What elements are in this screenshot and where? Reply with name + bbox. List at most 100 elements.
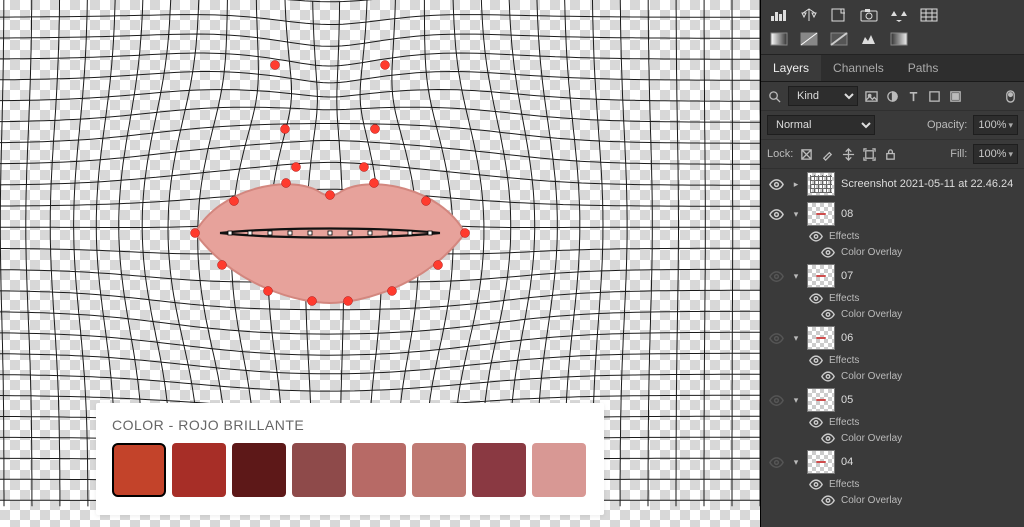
gradient-1-icon[interactable] [769, 30, 789, 48]
layer-thumbnail[interactable] [807, 450, 835, 474]
opacity-label: Opacity: [927, 119, 967, 131]
effects-label: Effects [829, 417, 859, 428]
levels-icon[interactable] [859, 30, 879, 48]
gradient-4-icon[interactable] [889, 30, 909, 48]
effect-name: Color Overlay [841, 247, 902, 258]
tab-layers[interactable]: Layers [761, 55, 821, 81]
layer-effect-item[interactable]: Color Overlay [761, 493, 1024, 509]
color-swatch[interactable] [412, 443, 466, 497]
visibility-toggle[interactable] [821, 493, 835, 507]
visibility-toggle[interactable] [821, 245, 835, 259]
visibility-toggle[interactable] [809, 415, 823, 429]
layer-effect-item[interactable]: Color Overlay [761, 307, 1024, 323]
lock-move-icon[interactable] [841, 147, 856, 162]
grid-icon[interactable] [919, 6, 939, 24]
visibility-toggle[interactable] [767, 205, 785, 223]
color-swatch[interactable] [172, 443, 226, 497]
visibility-toggle[interactable] [821, 307, 835, 321]
effects-label: Effects [829, 293, 859, 304]
note-icon[interactable] [829, 6, 849, 24]
lock-artboard-icon[interactable] [862, 147, 877, 162]
visibility-toggle[interactable] [767, 175, 785, 193]
lock-label: Lock: [767, 148, 793, 160]
layer-name[interactable]: Screenshot 2021-05-11 at 22.46.24 [841, 178, 1013, 190]
color-swatch[interactable] [532, 443, 586, 497]
fill-input[interactable]: 100% ▾ [973, 144, 1018, 164]
color-swatch[interactable] [112, 443, 166, 497]
chevron-down-icon: ▾ [1008, 120, 1013, 131]
layer-effects-row[interactable]: Effects [761, 291, 1024, 307]
color-swatch[interactable] [352, 443, 406, 497]
visibility-toggle[interactable] [821, 369, 835, 383]
gradient-2-icon[interactable] [799, 30, 819, 48]
layer-thumbnail[interactable] [807, 264, 835, 288]
layer-effect-item[interactable]: Color Overlay [761, 245, 1024, 261]
layer-list: ▸ Screenshot 2021-05-11 at 22.46.24 ▾ 08 Eff… [761, 169, 1024, 509]
swatch-card-title: COLOR - ROJO BRILLANTE [112, 417, 588, 433]
color-swatch[interactable] [472, 443, 526, 497]
layer-thumbnail[interactable] [807, 172, 835, 196]
visibility-toggle[interactable] [767, 391, 785, 409]
tab-channels[interactable]: Channels [821, 55, 896, 81]
opacity-input[interactable]: 100% ▾ [973, 115, 1018, 135]
layer-thumbnail[interactable] [807, 388, 835, 412]
disclosure-arrow[interactable]: ▾ [791, 457, 801, 468]
layer-row[interactable]: ▾ 07 [761, 261, 1024, 291]
layer-effect-item[interactable]: Color Overlay [761, 431, 1024, 447]
layer-row[interactable]: ▾ 08 [761, 199, 1024, 229]
filter-smart-icon[interactable] [948, 89, 963, 104]
visibility-toggle[interactable] [821, 431, 835, 445]
layer-name[interactable]: 08 [841, 208, 853, 220]
layer-name[interactable]: 05 [841, 394, 853, 406]
effect-name: Color Overlay [841, 433, 902, 444]
balance-icon[interactable] [799, 6, 819, 24]
visibility-toggle[interactable] [809, 291, 823, 305]
tab-paths[interactable]: Paths [896, 55, 951, 81]
layer-name[interactable]: 07 [841, 270, 853, 282]
layer-effects-row[interactable]: Effects [761, 415, 1024, 431]
layer-row[interactable]: ▾ 05 [761, 385, 1024, 415]
effect-name: Color Overlay [841, 309, 902, 320]
layer-row[interactable]: ▸ Screenshot 2021-05-11 at 22.46.24 [761, 169, 1024, 199]
layer-name[interactable]: 06 [841, 332, 853, 344]
lock-brush-icon[interactable] [820, 147, 835, 162]
layer-thumbnail[interactable] [807, 326, 835, 350]
filter-adjust-icon[interactable] [885, 89, 900, 104]
lock-transparent-icon[interactable] [799, 147, 814, 162]
layer-effects-row[interactable]: Effects [761, 477, 1024, 493]
layer-row[interactable]: ▾ 04 [761, 447, 1024, 477]
filter-toggle-icon[interactable] [1003, 89, 1018, 104]
disclosure-arrow[interactable]: ▾ [791, 333, 801, 344]
color-swatch[interactable] [292, 443, 346, 497]
gradient-3-icon[interactable] [829, 30, 849, 48]
visibility-toggle[interactable] [767, 329, 785, 347]
visibility-toggle[interactable] [809, 477, 823, 491]
color-swatch[interactable] [232, 443, 286, 497]
histogram-icon[interactable] [769, 6, 789, 24]
layer-effect-item[interactable]: Color Overlay [761, 369, 1024, 385]
filter-shape-icon[interactable] [927, 89, 942, 104]
layer-effects-row[interactable]: Effects [761, 229, 1024, 245]
disclosure-arrow[interactable]: ▾ [791, 209, 801, 220]
camera-icon[interactable] [859, 6, 879, 24]
layer-name[interactable]: 04 [841, 456, 853, 468]
layer-thumbnail[interactable] [807, 202, 835, 226]
layer-effects-row[interactable]: Effects [761, 353, 1024, 369]
disclosure-arrow[interactable]: ▾ [791, 395, 801, 406]
visibility-toggle[interactable] [767, 453, 785, 471]
canvas[interactable]: COLOR - ROJO BRILLANTE [0, 0, 760, 527]
disclosure-arrow[interactable]: ▸ [791, 179, 801, 190]
blend-mode-select[interactable]: Normal [767, 115, 875, 135]
effect-name: Color Overlay [841, 495, 902, 506]
visibility-toggle[interactable] [809, 229, 823, 243]
visibility-toggle[interactable] [809, 353, 823, 367]
filter-type-icon[interactable] [906, 89, 921, 104]
recycle-icon[interactable] [889, 6, 909, 24]
layer-row[interactable]: ▾ 06 [761, 323, 1024, 353]
filter-image-icon[interactable] [864, 89, 879, 104]
panel-tabs: Layers Channels Paths [761, 54, 1024, 82]
filter-kind-select[interactable]: Kind [788, 86, 858, 106]
lock-all-icon[interactable] [883, 147, 898, 162]
visibility-toggle[interactable] [767, 267, 785, 285]
disclosure-arrow[interactable]: ▾ [791, 271, 801, 282]
